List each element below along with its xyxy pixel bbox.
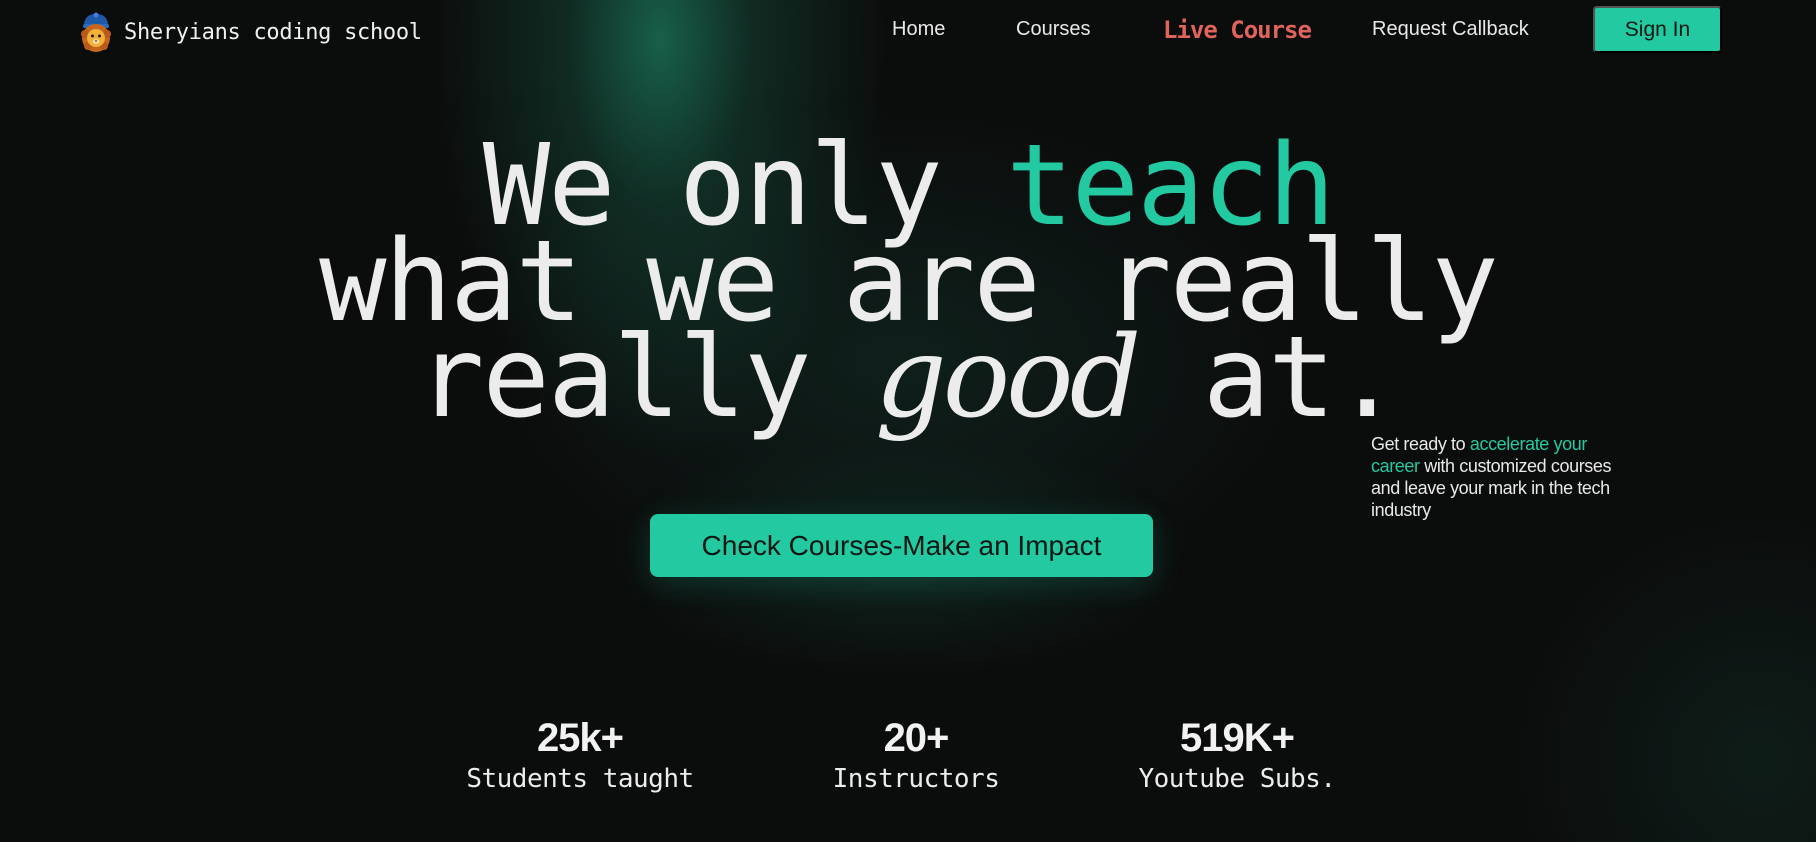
stat-label: Youtube Subs. (1138, 764, 1337, 794)
landing-page: Sheryians coding school Home Courses Liv… (0, 0, 1816, 842)
stat-label: Students taught (466, 764, 694, 794)
hero-text-good: good (875, 313, 1141, 443)
hero-line-3: really good at. (0, 322, 1816, 434)
stat-value: 20+ (883, 716, 950, 760)
hero-text-at: at. (1137, 313, 1401, 443)
top-nav: Home Courses Live Course Request Callbac… (0, 6, 1816, 53)
hero-text-really: really (417, 313, 876, 443)
nav-home-link[interactable]: Home (892, 18, 945, 41)
stat-instructors: 20+ Instructors (833, 714, 1000, 796)
stat-students: 25k+ Students taught (466, 714, 694, 796)
stat-value: 25k+ (536, 716, 624, 760)
hero-headline: We only teach what we are really really … (0, 130, 1816, 434)
stat-youtube-subs: 519K+ Youtube Subs. (1138, 714, 1337, 796)
nav-live-course-link[interactable]: Live Course (1163, 16, 1312, 44)
stat-value: 519K+ (1180, 716, 1295, 760)
sign-in-button[interactable]: Sign In (1593, 6, 1722, 53)
tagline-part-1: Get ready to (1371, 434, 1470, 454)
nav-request-callback-link[interactable]: Request Callback (1372, 18, 1529, 41)
nav-courses-link[interactable]: Courses (1016, 18, 1090, 41)
hero-tagline: Get ready to accelerate your career with… (1371, 433, 1636, 521)
check-courses-button[interactable]: Check Courses-Make an Impact (650, 514, 1153, 577)
stat-label: Instructors (832, 764, 1000, 794)
